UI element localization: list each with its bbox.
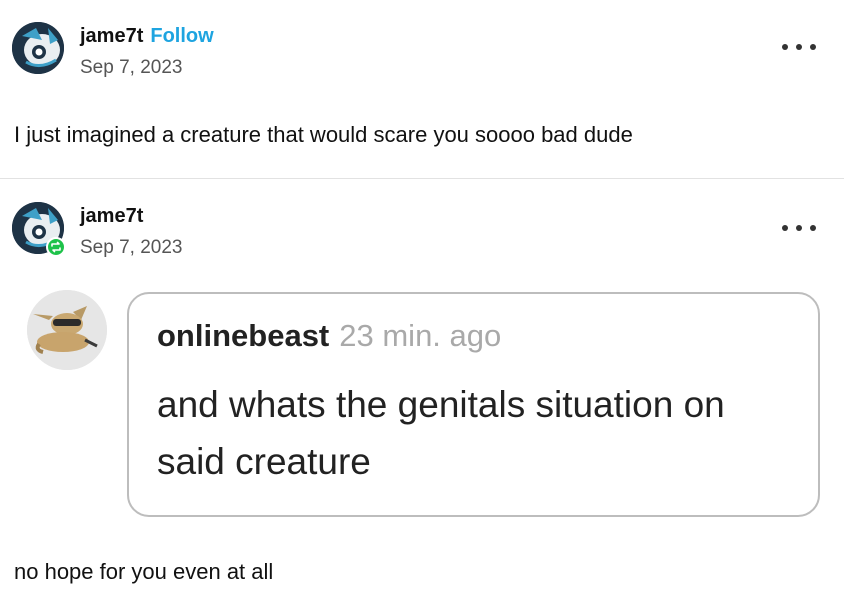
- original-post: jame7t Follow Sep 7, 2023 I just imagined…: [0, 0, 844, 178]
- post-author[interactable]: jame7t Follow: [80, 25, 214, 48]
- post-text: I just imagined a creature that would sc…: [14, 122, 633, 147]
- asker-name: onlinebeast: [157, 318, 330, 353]
- asker-line: onlinebeast 23 min. ago: [157, 318, 501, 354]
- asker-avatar: [27, 290, 107, 370]
- more-options-icon[interactable]: [782, 40, 816, 54]
- reblog-icon: [46, 237, 66, 257]
- post-author-name[interactable]: jame7t: [80, 25, 143, 47]
- ask-question: and whats the genitals situation on said…: [157, 384, 725, 482]
- more-options-icon[interactable]: [782, 221, 816, 235]
- post-date[interactable]: Sep 7, 2023: [80, 57, 182, 79]
- reblog-date[interactable]: Sep 7, 2023: [80, 237, 182, 259]
- avatar[interactable]: [12, 22, 64, 74]
- reblog-author-name[interactable]: jame7t: [80, 205, 143, 228]
- reblog-text: no hope for you even at all: [14, 559, 274, 584]
- ask-time: 23 min. ago: [339, 318, 502, 353]
- ask-bubble: onlinebeast 23 min. ago and whats the gen…: [127, 292, 820, 517]
- follow-button[interactable]: Follow: [150, 25, 213, 47]
